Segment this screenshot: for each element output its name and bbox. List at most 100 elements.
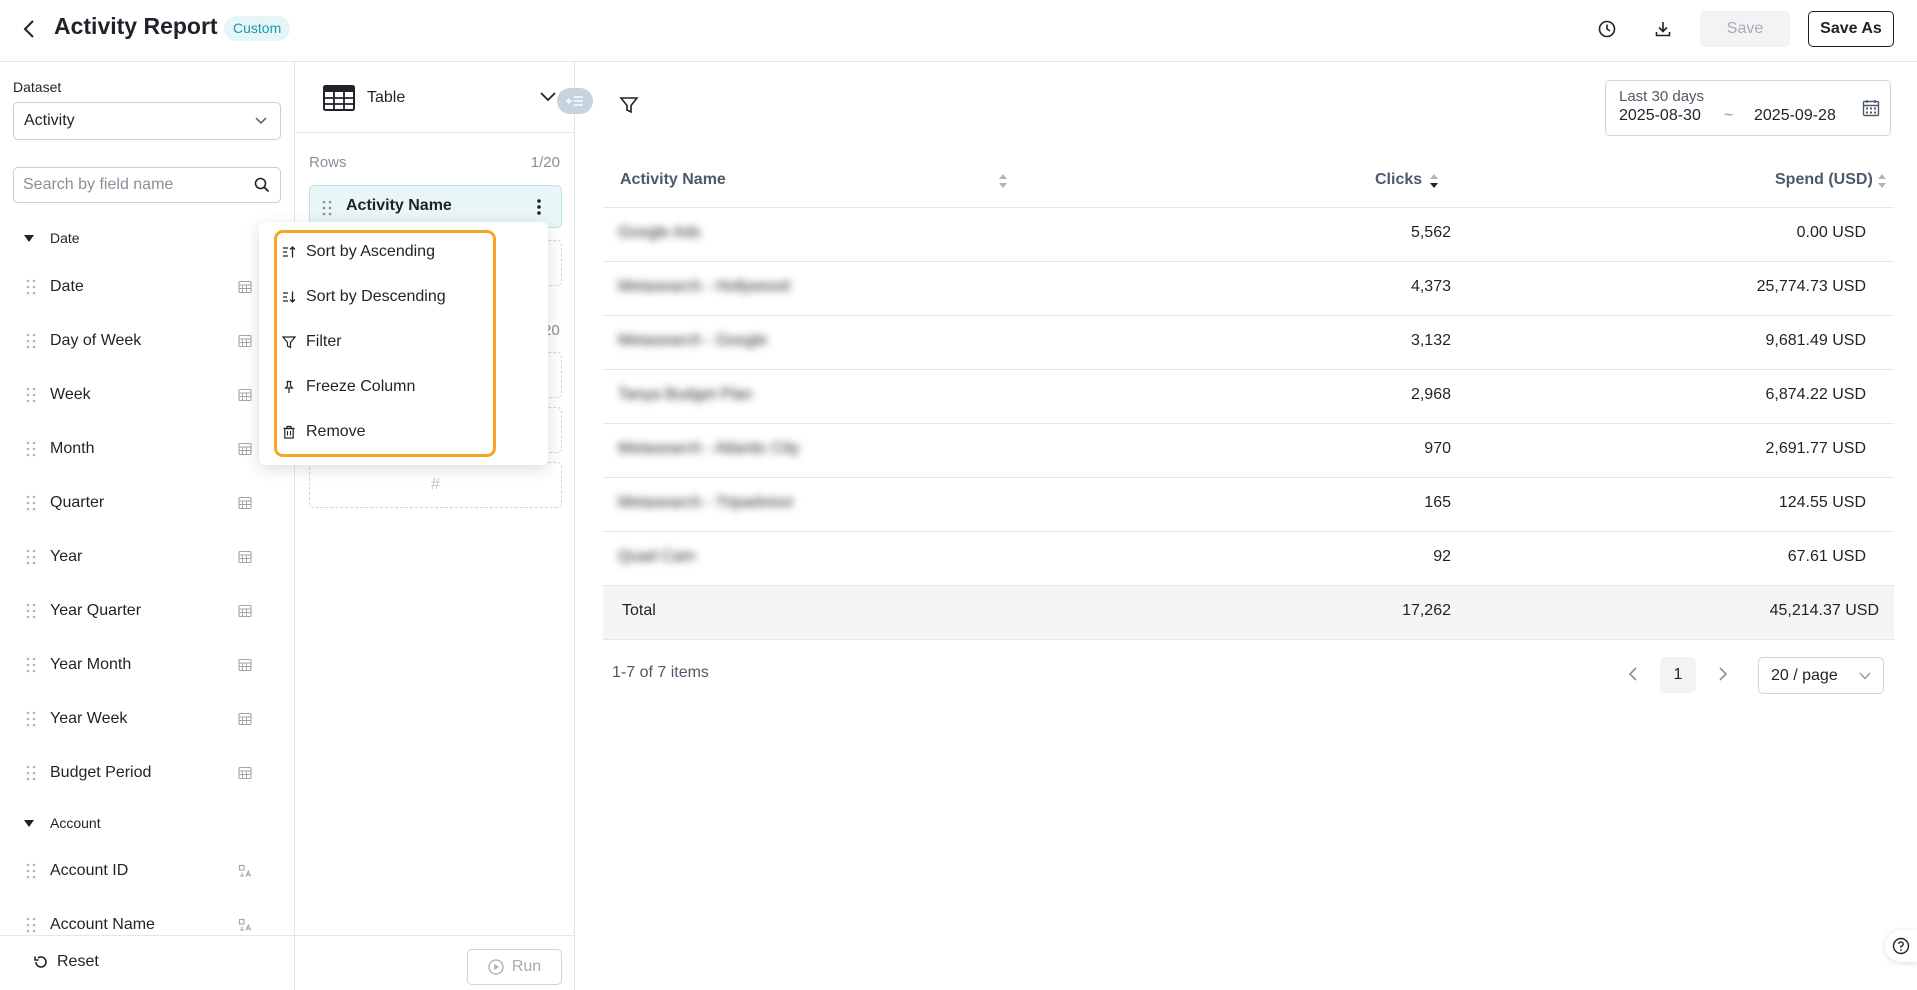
field-item[interactable]: Date [26,272,266,302]
pagination-info: 1-7 of 7 items [612,664,709,681]
back-icon[interactable] [17,15,41,43]
field-item[interactable]: Quarter [26,488,266,518]
menu-item-label: Filter [306,333,342,350]
drag-handle-icon[interactable] [26,549,36,565]
cell-activity-name: Quad Cam [618,548,696,565]
table-total-row: Total 17,262 45,214.37 USD [603,586,1894,640]
calendar-type-icon [238,766,252,780]
calendar-type-icon [238,604,252,618]
total-label: Total [622,602,656,619]
field-item[interactable]: Month [26,434,266,464]
cell-clicks: 165 [1424,494,1451,511]
field-item[interactable]: Account Name [26,910,266,935]
sort-icon[interactable] [998,172,1008,190]
cell-activity-name: Metasearch - Atlantic City [618,440,800,457]
menu-sort-ascending[interactable]: Sort by Ascending [282,237,435,267]
sort-icon[interactable] [1877,172,1887,190]
metric-drop-zone[interactable]: # [309,462,562,508]
drag-handle-icon[interactable] [26,657,36,673]
table-row[interactable]: Metasearch - Atlantic City 970 2,691.77 US… [603,424,1894,478]
menu-item-label: Remove [306,423,366,440]
help-button[interactable] [1885,930,1917,962]
menu-freeze-column[interactable]: Freeze Column [282,372,415,402]
field-item[interactable]: Budget Period [26,758,266,788]
field-item[interactable]: Day of Week [26,326,266,356]
drag-handle-icon[interactable] [26,603,36,619]
reset-button[interactable]: Reset [33,953,99,971]
custom-badge: Custom [224,16,291,41]
viz-type-select[interactable]: Table [323,82,557,114]
group-date[interactable]: Date [24,227,80,249]
cell-clicks: 3,132 [1410,332,1451,349]
page-number-current[interactable]: 1 [1660,657,1696,693]
field-item[interactable]: Year Quarter [26,596,266,626]
save-button[interactable]: Save [1700,11,1790,47]
cell-spend: 9,681.49 USD [1765,332,1866,349]
chevron-left-icon[interactable] [1626,664,1640,684]
field-name: Quarter [50,494,105,511]
drag-handle-icon[interactable] [26,333,36,349]
menu-sort-descending[interactable]: Sort by Descending [282,282,446,312]
calendar-icon[interactable] [1862,99,1880,117]
save-as-button[interactable]: Save As [1808,11,1894,47]
calendar-type-icon [238,550,252,564]
table-row[interactable]: Metasearch - Tripadvisor 165 124.55 USD [603,478,1894,532]
field-search-input[interactable] [14,168,234,202]
group-account[interactable]: Account [24,812,101,834]
chevron-down-icon [255,117,267,125]
download-icon[interactable] [1650,16,1676,42]
chevron-right-icon[interactable] [1716,664,1730,684]
field-name: Budget Period [50,764,152,781]
field-item[interactable]: Year Month [26,650,266,680]
column-context-menu: Sort by Ascending Sort by Descending Fil… [259,222,548,465]
date-start[interactable]: 2025-08-30 [1619,107,1701,125]
menu-item-label: Sort by Ascending [306,243,435,260]
sort-descending-active-icon[interactable] [1429,172,1439,190]
field-item[interactable]: Year [26,542,266,572]
cell-activity-name: Google Ads [618,224,701,241]
dataset-label: Dataset [13,79,62,95]
chevron-down-icon [540,92,556,102]
field-name: Year [50,548,83,565]
search-icon[interactable] [254,177,270,193]
run-button[interactable]: Run [467,949,562,985]
table-row[interactable]: Quad Cam 92 67.61 USD [603,532,1894,586]
field-search[interactable] [13,167,281,203]
drag-handle-icon[interactable] [26,279,36,295]
drag-handle-icon[interactable] [26,917,36,933]
table-row[interactable]: Metasearch - Google 3,132 9,681.49 USD [603,316,1894,370]
play-icon [488,959,504,975]
column-header-spend[interactable]: Spend (USD) [1775,171,1873,189]
field-item[interactable]: Account ID [26,856,266,886]
drag-handle-icon[interactable] [26,711,36,727]
table-row[interactable]: Metasearch - Hollywood 4,373 25,774.73 USD [603,262,1894,316]
more-vertical-icon[interactable] [537,199,541,215]
drag-handle-icon[interactable] [26,441,36,457]
drag-handle-icon[interactable] [322,200,332,216]
menu-filter[interactable]: Filter [282,327,342,357]
table-row[interactable]: Google Ads 5,562 0.00 USD [603,208,1894,262]
viz-type-label: Table [367,89,406,106]
rows-count: 1/20 [530,154,560,171]
dataset-select[interactable]: Activity [13,102,281,140]
history-icon[interactable] [1594,16,1620,42]
page-size-select[interactable]: 20 / page [1758,657,1884,694]
field-item[interactable]: Year Week [26,704,266,734]
cell-activity-name: Metasearch - Hollywood [618,278,790,295]
field-item[interactable]: Week [26,380,266,410]
drag-handle-icon[interactable] [26,495,36,511]
column-header-clicks[interactable]: Clicks [1375,171,1422,189]
table-row[interactable]: Tanya Budget Plan 2,968 6,874.22 USD [603,370,1894,424]
cell-clicks: 2,968 [1410,386,1451,403]
drag-handle-icon[interactable] [26,387,36,403]
menu-remove[interactable]: Remove [282,417,366,447]
column-header-activity-name[interactable]: Activity Name [620,171,726,189]
page-size-value: 20 / page [1771,667,1838,684]
filter-icon[interactable] [619,95,639,120]
help-icon [1892,937,1910,955]
date-range-picker[interactable]: Last 30 days 2025-08-30 ~ 2025-09-28 [1605,80,1891,136]
date-end[interactable]: 2025-09-28 [1754,107,1836,125]
drag-handle-icon[interactable] [26,863,36,879]
date-separator: ~ [1724,107,1734,124]
drag-handle-icon[interactable] [26,765,36,781]
